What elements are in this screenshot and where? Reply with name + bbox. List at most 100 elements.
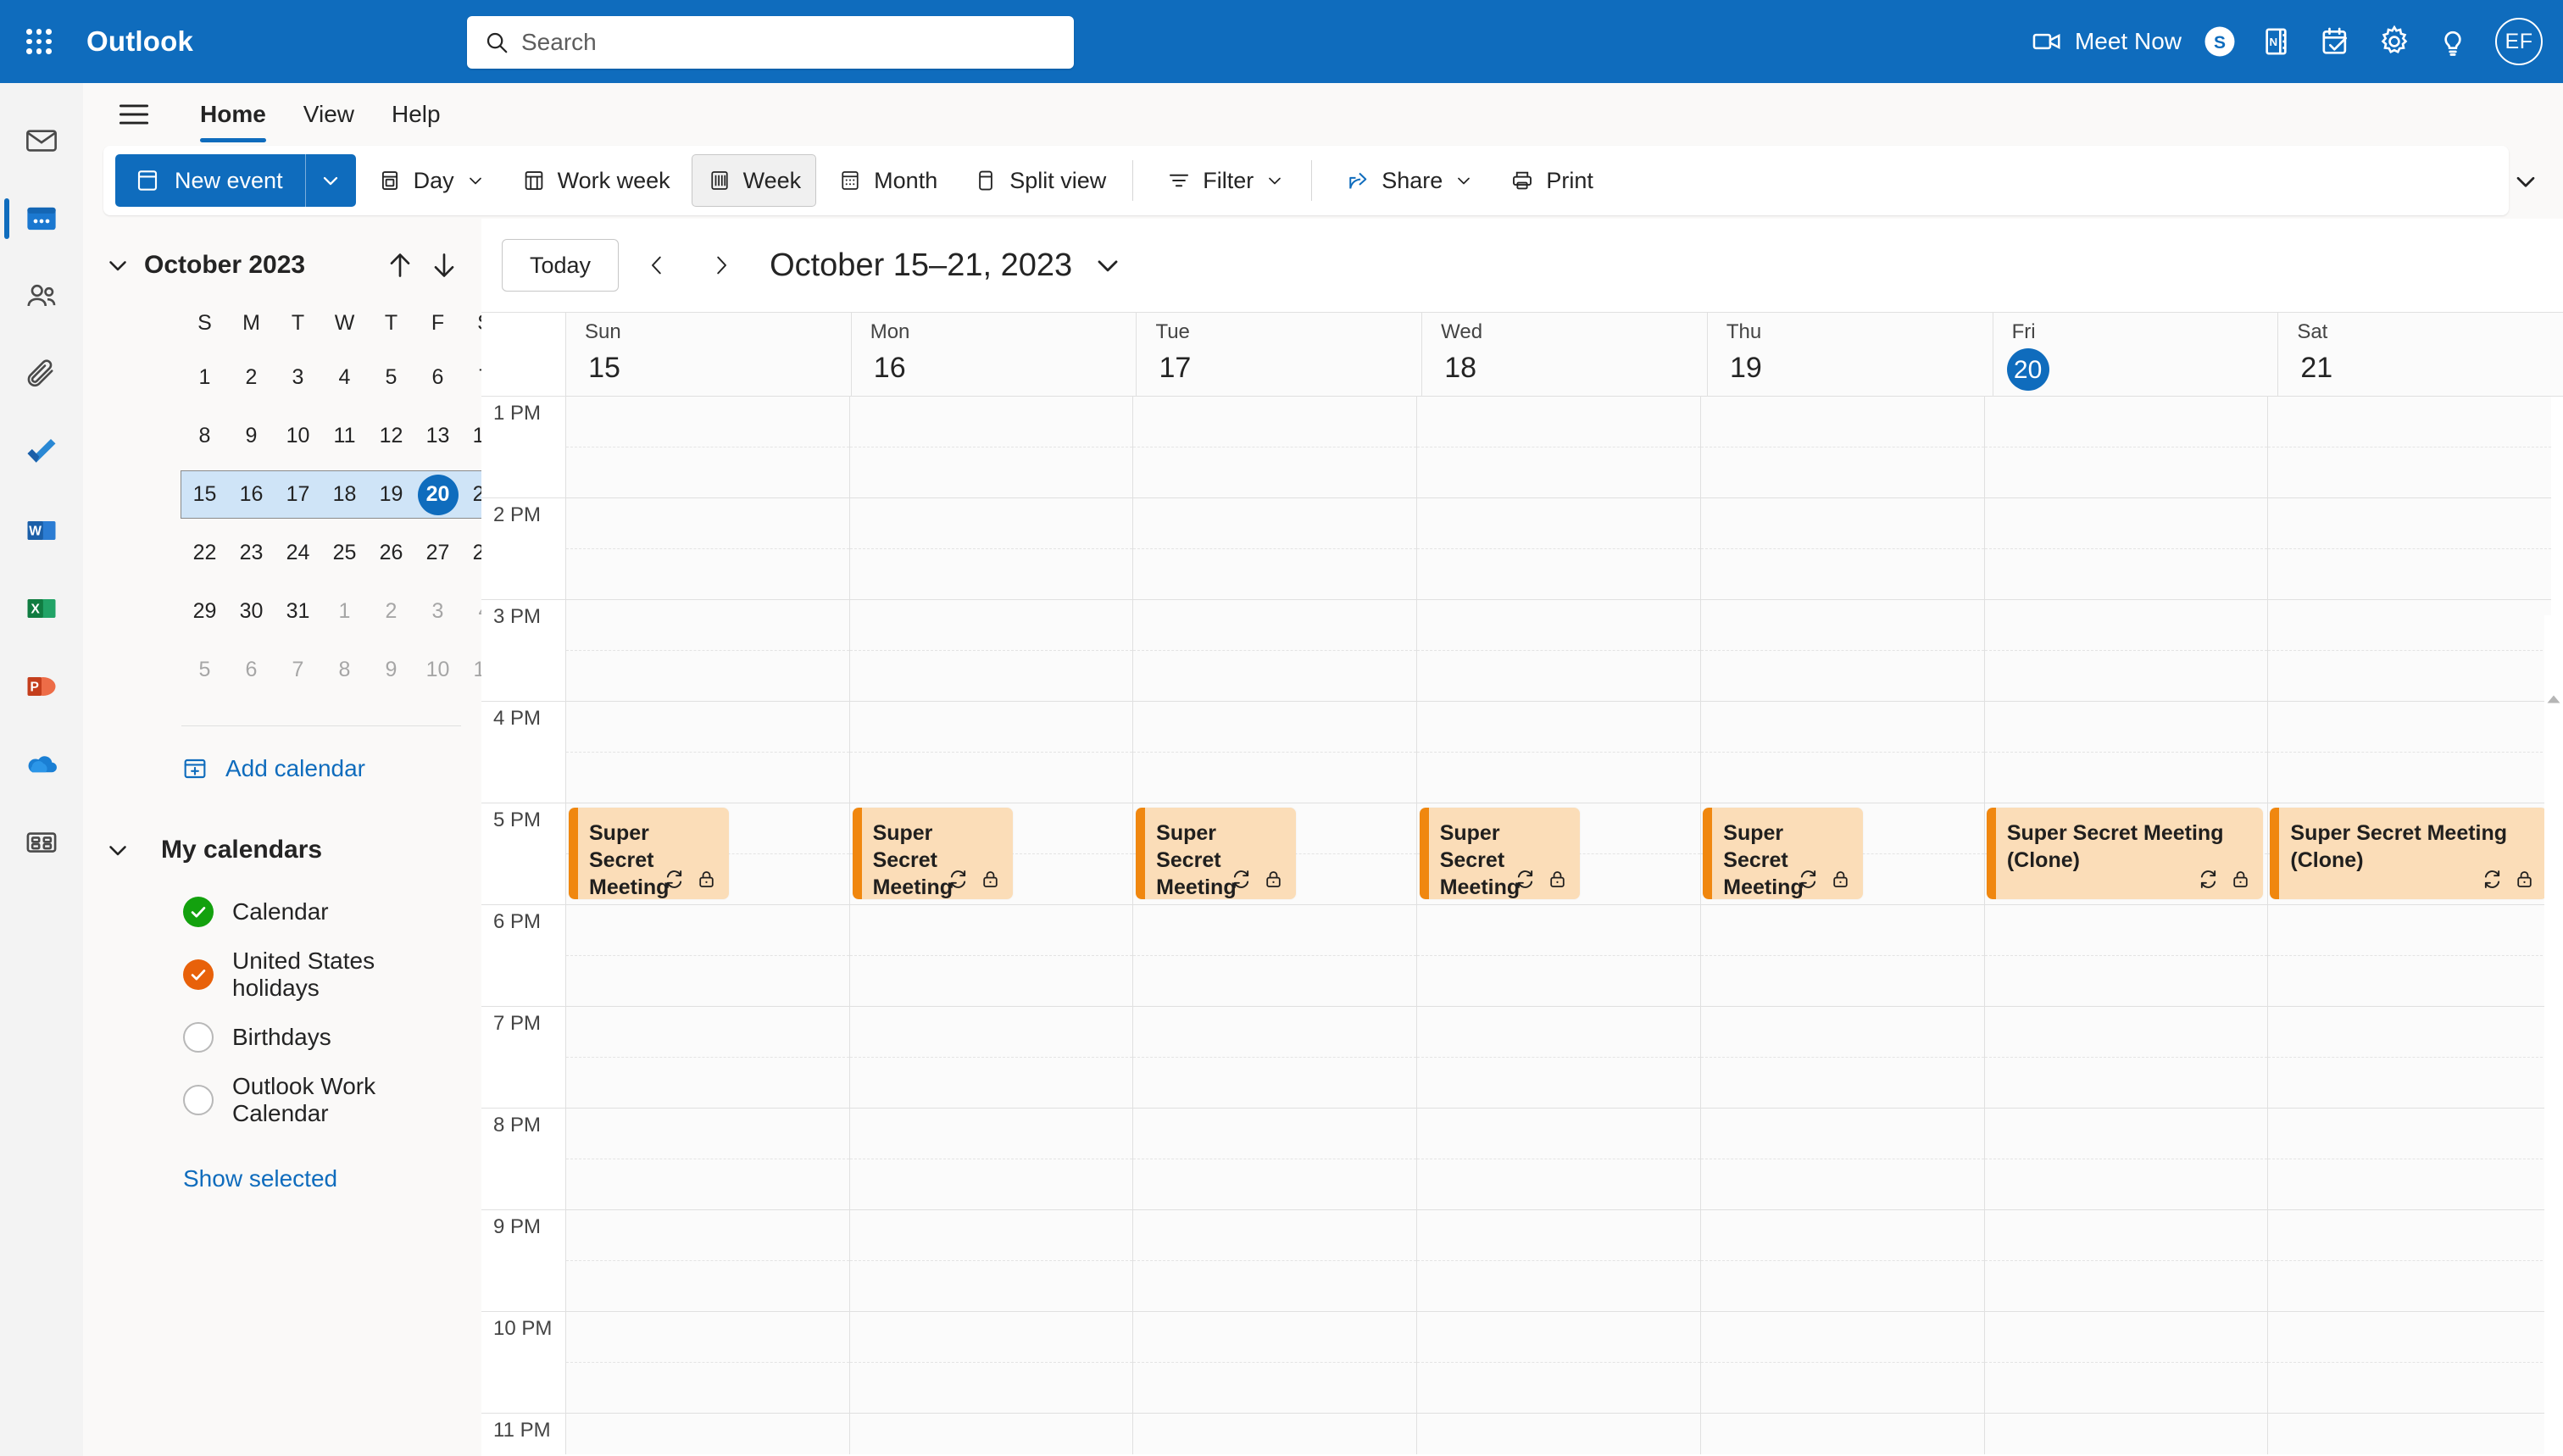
time-slot-cell[interactable] bbox=[566, 1210, 850, 1312]
mini-calendar-day-26[interactable]: 26 bbox=[368, 530, 414, 576]
time-slot-cell[interactable] bbox=[1417, 1414, 1701, 1454]
time-slot-cell[interactable] bbox=[1984, 397, 2269, 498]
rail-item-excel[interactable]: X bbox=[0, 570, 83, 647]
mini-calendar-day-6[interactable]: 6 bbox=[228, 647, 275, 693]
new-event-button[interactable]: New event bbox=[115, 154, 305, 207]
time-slot-cell[interactable] bbox=[1133, 397, 1418, 498]
calendar-event[interactable]: Super Secret Meeting (Clone) bbox=[2270, 808, 2547, 899]
rail-item-calendar[interactable] bbox=[0, 180, 83, 258]
calendar-event[interactable]: Super Secret Meeting (Clone) bbox=[1703, 808, 1864, 899]
mini-calendar-day-19[interactable]: 19 bbox=[368, 471, 414, 518]
share-button[interactable]: Share bbox=[1331, 154, 1488, 207]
time-slot-cell[interactable] bbox=[849, 702, 1134, 803]
mini-calendar-day-2[interactable]: 2 bbox=[228, 354, 275, 401]
time-slot-cell[interactable] bbox=[1417, 1109, 1701, 1210]
mini-calendar-day-17[interactable]: 17 bbox=[275, 471, 321, 518]
mini-calendar-day-27[interactable]: 27 bbox=[414, 530, 461, 576]
day-header-mon[interactable]: Mon 16 bbox=[851, 313, 1137, 396]
avatar[interactable]: EF bbox=[2495, 18, 2543, 65]
rail-item-word[interactable]: W bbox=[0, 492, 83, 570]
mini-calendar-day-1[interactable]: 1 bbox=[321, 588, 368, 635]
time-slot-cell[interactable] bbox=[1984, 498, 2269, 600]
time-slot-cell[interactable] bbox=[1133, 1210, 1418, 1312]
waffle-icon[interactable] bbox=[15, 18, 63, 65]
calendar-scrollbar[interactable] bbox=[2544, 615, 2563, 1456]
new-event-dropdown-button[interactable] bbox=[304, 154, 356, 207]
time-slot-cell[interactable] bbox=[1417, 397, 1701, 498]
day-header-sat[interactable]: Sat 21 bbox=[2278, 313, 2563, 396]
time-slot-cell[interactable] bbox=[1133, 600, 1418, 702]
time-slot-cell[interactable] bbox=[849, 1414, 1134, 1454]
chevron-down-icon[interactable] bbox=[1454, 170, 1474, 191]
time-slot-cell[interactable] bbox=[566, 498, 850, 600]
time-slot-cell[interactable] bbox=[1984, 1414, 2269, 1454]
time-slot-cell[interactable] bbox=[1417, 600, 1701, 702]
mini-calendar-prev-arrow-up-icon[interactable] bbox=[383, 248, 417, 282]
mini-calendar-day-24[interactable]: 24 bbox=[275, 530, 321, 576]
time-slot-cell[interactable] bbox=[1700, 1007, 1985, 1109]
mini-calendar-day-22[interactable]: 22 bbox=[181, 530, 228, 576]
time-slot-cell[interactable] bbox=[1133, 1312, 1418, 1414]
my-calendars-collapse-chevron-down-icon[interactable] bbox=[103, 836, 132, 864]
time-slot-cell[interactable] bbox=[566, 1109, 850, 1210]
time-slot-cell[interactable] bbox=[1700, 498, 1985, 600]
mini-calendar-day-15[interactable]: 15 bbox=[181, 471, 228, 518]
calendar-event[interactable]: Super Secret Meeting (Clone) bbox=[569, 808, 730, 899]
view-week-button[interactable]: Week bbox=[691, 154, 817, 207]
time-slot-cell[interactable] bbox=[849, 1007, 1134, 1109]
calendar-checkbox-icon[interactable] bbox=[183, 1085, 214, 1115]
time-slot-cell[interactable] bbox=[1700, 702, 1985, 803]
time-slot-cell[interactable] bbox=[1984, 1210, 2269, 1312]
mini-calendar-day-10[interactable]: 10 bbox=[414, 647, 461, 693]
calendar-grid-scroll[interactable]: 1 PM 2 PM 3 PM 4 PM 5 PM 6 PM 7 PM 8 PM 9 PM 10 P… bbox=[481, 397, 2563, 1454]
time-slot-cell[interactable] bbox=[566, 702, 850, 803]
mini-calendar-day-13[interactable]: 13 bbox=[414, 413, 461, 459]
ribbon-collapse-chevron-down-icon[interactable] bbox=[2507, 166, 2544, 197]
chevron-down-icon[interactable] bbox=[1265, 170, 1285, 191]
time-slot-cell[interactable] bbox=[566, 600, 850, 702]
time-slot-cell[interactable] bbox=[1133, 702, 1418, 803]
my-calendars-header[interactable]: My calendars bbox=[83, 820, 481, 881]
time-slot-cell[interactable] bbox=[2268, 905, 2552, 1007]
mini-calendar-day-20[interactable]: 20 bbox=[414, 471, 461, 518]
rail-item-powerpoint[interactable]: P bbox=[0, 647, 83, 725]
tab-view[interactable]: View bbox=[285, 83, 373, 146]
next-week-button[interactable] bbox=[695, 239, 748, 292]
rail-item-people[interactable] bbox=[0, 258, 83, 336]
time-slot-cell[interactable] bbox=[1133, 905, 1418, 1007]
tab-help[interactable]: Help bbox=[373, 83, 459, 146]
rail-item-todo[interactable] bbox=[0, 414, 83, 492]
mini-calendar-day-3[interactable]: 3 bbox=[414, 588, 461, 635]
meet-now-button[interactable]: Meet Now bbox=[2019, 0, 2190, 83]
time-slot-cell[interactable] bbox=[1984, 600, 2269, 702]
mini-calendar-day-12[interactable]: 12 bbox=[368, 413, 414, 459]
mini-calendar-day-23[interactable]: 23 bbox=[228, 530, 275, 576]
mini-calendar-day-10[interactable]: 10 bbox=[275, 413, 321, 459]
day-header-thu[interactable]: Thu 19 bbox=[1707, 313, 1993, 396]
mini-calendar-day-5[interactable]: 5 bbox=[181, 647, 228, 693]
mini-calendar-day-18[interactable]: 18 bbox=[321, 471, 368, 518]
tab-home[interactable]: Home bbox=[181, 83, 285, 146]
mini-calendar-day-9[interactable]: 9 bbox=[368, 647, 414, 693]
prev-week-button[interactable] bbox=[631, 239, 683, 292]
mini-calendar-day-9[interactable]: 9 bbox=[228, 413, 275, 459]
settings-button[interactable] bbox=[2365, 0, 2424, 83]
mini-calendar-day-3[interactable]: 3 bbox=[275, 354, 321, 401]
mini-calendar-day-30[interactable]: 30 bbox=[228, 588, 275, 635]
calendar-event[interactable]: Super Secret Meeting (Clone) bbox=[1986, 808, 2264, 899]
calendar-checkbox-checked-icon[interactable] bbox=[183, 959, 214, 990]
time-slot-cell[interactable] bbox=[849, 498, 1134, 600]
show-selected-link[interactable]: Show selected bbox=[83, 1148, 481, 1209]
day-header-fri[interactable]: Fri 20 bbox=[1993, 313, 2279, 396]
time-slot-cell[interactable] bbox=[2268, 397, 2552, 498]
mini-calendar-day-1[interactable]: 1 bbox=[181, 354, 228, 401]
mini-calendar-day-25[interactable]: 25 bbox=[321, 530, 368, 576]
time-slot-cell[interactable] bbox=[1984, 1007, 2269, 1109]
time-slot-cell[interactable] bbox=[2268, 1312, 2552, 1414]
time-slot-cell[interactable] bbox=[1700, 905, 1985, 1007]
time-slot-cell[interactable] bbox=[566, 905, 850, 1007]
time-slot-cell[interactable] bbox=[849, 1109, 1134, 1210]
time-slot-cell[interactable] bbox=[1984, 1312, 2269, 1414]
time-slot-cell[interactable] bbox=[2268, 600, 2552, 702]
view-work-week-button[interactable]: Work week bbox=[507, 154, 685, 207]
